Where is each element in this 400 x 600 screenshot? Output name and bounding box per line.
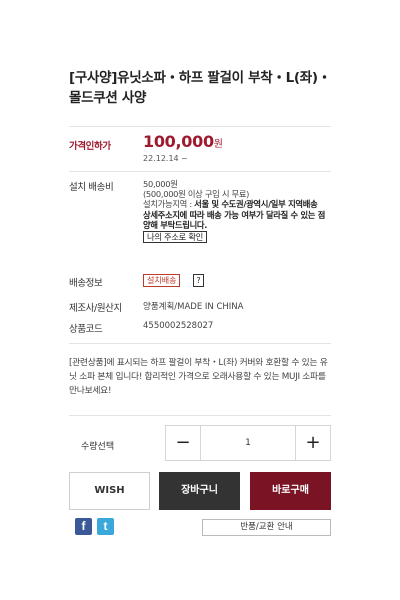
price-amount: 100,000 bbox=[143, 132, 214, 151]
shipping-area-bold: 서울 및 수도권/광역시/일부 지역배송 bbox=[194, 199, 318, 210]
price-label: 가격인하가 bbox=[69, 141, 111, 152]
shipping-info: 50,000원 (500,000원 이상 구입 시 무료) 설치가능지역 : 서… bbox=[143, 179, 333, 244]
product-code-value: 4550002528027 bbox=[143, 321, 214, 331]
price-date: 22.12.14 ~ bbox=[143, 154, 188, 163]
divider bbox=[69, 171, 331, 172]
quantity-label: 수량선택 bbox=[81, 442, 115, 452]
check-address-button[interactable]: 나의 주소로 확인 bbox=[143, 231, 208, 244]
maker-value: 양품계획/MADE IN CHINA bbox=[143, 302, 244, 312]
increase-button[interactable]: + bbox=[296, 426, 330, 460]
divider bbox=[69, 126, 331, 127]
quantity-input[interactable]: 1 bbox=[200, 426, 296, 460]
decrease-button[interactable]: − bbox=[166, 426, 200, 460]
return-policy-button[interactable]: 반품/교환 안내 bbox=[202, 519, 331, 536]
quantity-stepper: − 1 + bbox=[165, 425, 331, 461]
product-detail: [구사양]유닛소파・하프 팔걸이 부착・L(좌)・몰드쿠션 사양 가격인하가 1… bbox=[69, 68, 331, 536]
twitter-icon[interactable]: t bbox=[97, 518, 114, 535]
divider bbox=[69, 415, 331, 416]
price-value: 100,000원 bbox=[143, 132, 223, 151]
wish-button[interactable]: WISH bbox=[69, 472, 150, 510]
maker-label: 제조사/원산지 bbox=[69, 303, 122, 314]
product-code-label: 상품코드 bbox=[69, 324, 103, 335]
cart-button[interactable]: 장바구니 bbox=[159, 472, 240, 510]
buy-now-button[interactable]: 바로구매 bbox=[250, 472, 331, 510]
facebook-icon[interactable]: f bbox=[75, 518, 92, 535]
price-unit: 원 bbox=[213, 139, 223, 150]
shipping-notice: 상세주소지에 따라 배송 가능 여부가 달라질 수 있는 점 양해 부탁드립니다… bbox=[143, 209, 326, 230]
product-title: [구사양]유닛소파・하프 팔걸이 부착・L(좌)・몰드쿠션 사양 bbox=[69, 70, 331, 106]
shipping-fee: 50,000원 bbox=[143, 179, 178, 189]
shipping-area: 설치가능지역 : 서울 및 수도권/광역시/일부 지역배송 bbox=[143, 199, 333, 209]
product-description: [관련상품]에 표시되는 하프 팔걸이 부착・L(좌) 커버와 호환할 수 있는… bbox=[69, 358, 328, 396]
install-delivery-badge: 설치배송 bbox=[143, 274, 181, 287]
shipping-label: 설치 배송비 bbox=[69, 182, 114, 193]
shipping-condition: (500,000원 이상 구입 시 무료) bbox=[143, 189, 250, 200]
divider bbox=[69, 343, 331, 344]
shipping-area-prefix: 설치가능지역 : bbox=[143, 199, 195, 210]
delivery-info-label: 배송정보 bbox=[69, 278, 103, 289]
help-icon[interactable]: ? bbox=[193, 274, 204, 287]
